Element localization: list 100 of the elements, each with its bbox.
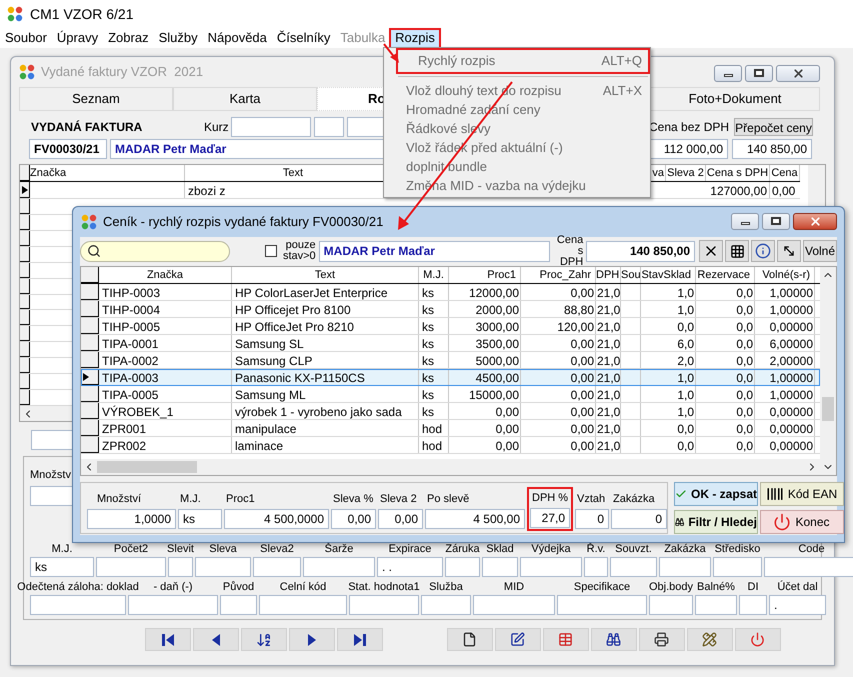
table-row[interactable]: TIPA-0001 Samsung SL ks 3500,00 0,00 21,0 6,0 0,0 6,00000: [81, 335, 820, 352]
toolbar-button[interactable]: [288, 628, 334, 651]
input-field[interactable]: [739, 595, 767, 615]
table-row[interactable]: TIHP-0004 HP Officejet Pro 8100 ks 2000,00 88,80 21,0 1,0 0,0 1,00000: [81, 301, 820, 318]
input-field[interactable]: [557, 595, 647, 615]
input-field[interactable]: [610, 557, 657, 577]
close-button[interactable]: Konec: [760, 510, 844, 534]
toolbar-button[interactable]: [144, 628, 190, 651]
minimize-button[interactable]: [714, 64, 742, 82]
table-cell: VÝROBEK_1: [99, 403, 232, 419]
input-field[interactable]: FV00030/21: [29, 138, 107, 158]
customer-field[interactable]: MADAR Petr Maďar: [318, 240, 550, 262]
current-row-icon: [83, 372, 89, 380]
table-row[interactable]: TIHP-0003 HP ColorLaserJet Enterprice ks 12000,00 0,00 21,0 1,0 0,0 1,00000: [81, 284, 820, 301]
input-field[interactable]: ks: [178, 509, 222, 529]
input-field[interactable]: [30, 595, 126, 615]
toolbar-button[interactable]: [446, 628, 492, 651]
input-field[interactable]: 0,00: [331, 509, 376, 529]
maximize-button[interactable]: [762, 212, 790, 230]
input-field[interactable]: 1,0000: [87, 509, 176, 529]
input-field[interactable]: [128, 595, 218, 615]
table-cell: ZPR002: [99, 437, 232, 453]
ok-button[interactable]: OK - zapsat: [674, 482, 758, 506]
close-button[interactable]: [776, 64, 820, 82]
tab[interactable]: Seznam: [19, 87, 173, 111]
price-field[interactable]: 140 850,00: [586, 240, 695, 262]
free-button[interactable]: Volné: [803, 240, 837, 262]
toolbar-button[interactable]: [638, 628, 684, 651]
field-label: Specifikace: [574, 580, 630, 595]
toolbar-button[interactable]: [590, 628, 636, 651]
search-field[interactable]: [80, 240, 230, 262]
table-row[interactable]: TIHP-0005 HP OfficeJet Pro 8210 ks 3000,00 120,00 21,0 0,0 0,0 0,00000: [81, 318, 820, 335]
horizontal-scrollbar[interactable]: [81, 459, 820, 475]
table-row[interactable]: VÝROBEK_1 výrobek 1 - vyrobeno jako sada ks 0,00 0,00 21,0 1,0 0,0 0,00000: [81, 403, 820, 420]
input-field[interactable]: [649, 595, 693, 615]
input-field[interactable]: [303, 557, 375, 577]
menu-item[interactable]: Soubor: [0, 28, 52, 48]
toolbar-button[interactable]: [494, 628, 540, 651]
menu-item[interactable]: Nápověda: [202, 28, 272, 48]
input-field[interactable]: 0: [575, 509, 609, 529]
menu-item[interactable]: Služby: [154, 28, 203, 48]
scrollbar-thumb[interactable]: [822, 397, 834, 421]
input-field[interactable]: [168, 557, 193, 577]
table-row[interactable]: ZPR002 laminace hod 0,00 0,00 21,0 0,0 0,0 0,00000: [81, 437, 820, 454]
input-field[interactable]: [520, 557, 582, 577]
toolbar-button[interactable]: [240, 628, 286, 651]
tab[interactable]: Karta: [173, 87, 317, 111]
table-row[interactable]: TIPA-0005 Samsung ML ks 15000,00 0,00 21,0 1,0 0,0 1,00000: [81, 386, 820, 403]
input-field[interactable]: [421, 595, 471, 615]
field-label: Sklad: [486, 542, 514, 557]
maximize-button[interactable]: [745, 64, 773, 82]
grid-button[interactable]: [725, 240, 749, 262]
input-field[interactable]: 4 500,00: [425, 509, 525, 529]
menu-item[interactable]: Úpravy: [52, 28, 104, 48]
input-field[interactable]: [96, 557, 166, 577]
input-field[interactable]: [445, 557, 480, 577]
input-field[interactable]: [482, 557, 518, 577]
toolbar-button[interactable]: [192, 628, 238, 651]
menu-item[interactable]: Rozpis: [390, 28, 440, 48]
input-field[interactable]: [314, 116, 344, 136]
input-field[interactable]: ks: [30, 557, 94, 577]
input-field[interactable]: . .: [377, 557, 443, 577]
menu-item[interactable]: Zobraz: [103, 28, 154, 48]
toolbar-button[interactable]: [336, 628, 382, 651]
row-header: [81, 437, 99, 453]
table-row[interactable]: ZPR001 manipulace hod 0,00 0,00 21,0 0,0 0,0 0,00000: [81, 420, 820, 437]
input-field[interactable]: [195, 557, 251, 577]
resize-button[interactable]: [777, 240, 801, 262]
input-field[interactable]: [473, 595, 555, 615]
close-button[interactable]: [793, 212, 837, 230]
recalc-button[interactable]: Přepočet ceny: [734, 118, 813, 136]
input-field[interactable]: .: [769, 595, 826, 615]
input-field[interactable]: 27,0: [530, 508, 570, 528]
input-field[interactable]: 140 850,00: [732, 138, 812, 158]
table-row[interactable]: TIPA-0003 Panasonic KX-P1150CS ks 4500,00 0,00 21,0 1,0 0,0 1,00000: [81, 369, 820, 386]
input-field[interactable]: 0: [611, 509, 667, 529]
tab[interactable]: Foto+Dokument: [650, 87, 820, 111]
minimize-button[interactable]: [731, 212, 759, 230]
input-field[interactable]: [349, 595, 419, 615]
input-field[interactable]: [584, 557, 608, 577]
input-field[interactable]: [231, 116, 311, 136]
toolbar-button[interactable]: [686, 628, 732, 651]
filter-button[interactable]: Filtr / Hledej: [674, 510, 758, 534]
input-field[interactable]: [764, 557, 853, 577]
edit-icon: [510, 632, 525, 647]
clear-button[interactable]: [699, 240, 723, 262]
input-field[interactable]: [713, 557, 762, 577]
input-field[interactable]: [659, 557, 711, 577]
input-field[interactable]: [695, 595, 737, 615]
scrollbar-thumb[interactable]: [97, 461, 197, 473]
input-field[interactable]: [259, 595, 347, 615]
ean-button[interactable]: Kód EAN: [760, 482, 844, 506]
input-field[interactable]: 4 500,0000: [224, 509, 329, 529]
input-field[interactable]: [253, 557, 301, 577]
info-button[interactable]: [751, 240, 775, 262]
input-field[interactable]: 0,00: [378, 509, 423, 529]
checkbox[interactable]: [264, 245, 277, 257]
menu-item[interactable]: Číselníky: [272, 28, 336, 48]
vertical-scrollbar[interactable]: [820, 267, 836, 475]
input-field[interactable]: [220, 595, 257, 615]
